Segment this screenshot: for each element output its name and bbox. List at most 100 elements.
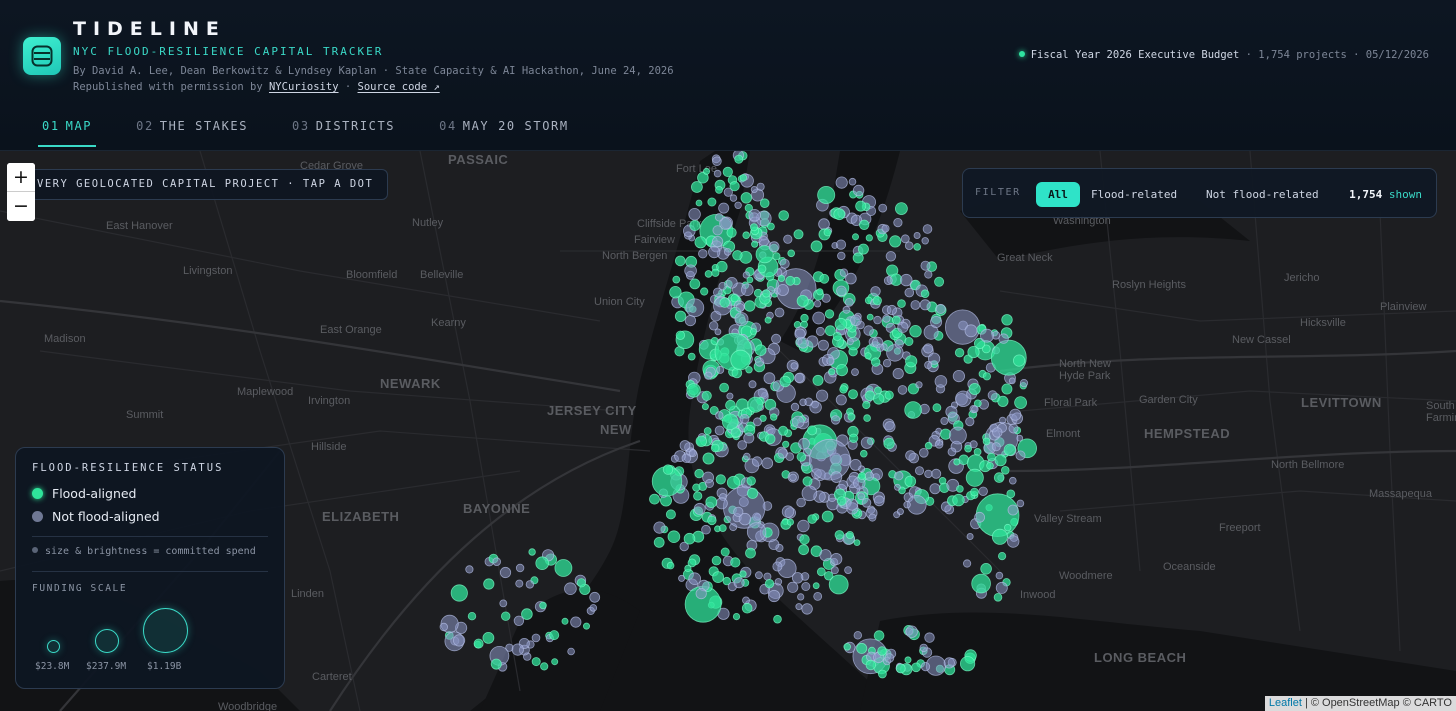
flood-project-dot[interactable] <box>953 458 961 466</box>
flood-project-dot[interactable] <box>675 330 686 341</box>
flood-project-dot[interactable] <box>895 663 906 674</box>
project-dot[interactable] <box>900 273 913 287</box>
project-dot[interactable] <box>688 208 701 221</box>
project-dot[interactable] <box>743 432 755 444</box>
project-dot[interactable] <box>708 246 721 259</box>
project-dot[interactable] <box>797 337 809 349</box>
project-dot[interactable] <box>842 305 851 314</box>
flood-project-dot[interactable] <box>694 468 704 479</box>
flood-project-dot[interactable] <box>833 208 846 221</box>
flood-project-dot[interactable] <box>528 548 536 556</box>
project-dot[interactable] <box>791 572 804 584</box>
flood-project-dot[interactable] <box>747 396 764 413</box>
project-dot[interactable] <box>826 357 835 366</box>
flood-project-dot[interactable] <box>467 612 477 621</box>
flood-project-dot[interactable] <box>700 287 709 296</box>
project-dot[interactable] <box>844 566 852 575</box>
project-dot[interactable] <box>712 156 722 166</box>
project-dot[interactable] <box>934 439 944 449</box>
flood-project-dot[interactable] <box>799 534 810 545</box>
project-dot[interactable] <box>835 176 848 189</box>
project-dot[interactable] <box>701 524 711 535</box>
flood-project-dot[interactable] <box>785 275 796 286</box>
project-dot[interactable] <box>715 213 724 222</box>
flood-project-dot[interactable] <box>665 509 676 520</box>
flood-project-dot[interactable] <box>816 567 826 577</box>
project-dot[interactable] <box>966 532 974 540</box>
flood-project-dot[interactable] <box>745 547 756 559</box>
flood-project-dot[interactable] <box>715 474 726 485</box>
flood-project-dot[interactable] <box>828 574 849 595</box>
flood-project-dot[interactable] <box>954 347 965 358</box>
flood-project-dot[interactable] <box>689 278 701 290</box>
project-dot[interactable] <box>684 264 697 278</box>
flood-project-dot[interactable] <box>767 222 775 231</box>
flood-project-dot[interactable] <box>730 294 739 303</box>
project-dot[interactable] <box>688 572 701 586</box>
project-dot[interactable] <box>781 505 795 518</box>
flood-project-dot[interactable] <box>744 300 756 312</box>
flood-project-dot[interactable] <box>859 219 870 231</box>
project-dot[interactable] <box>830 552 843 565</box>
project-dot[interactable] <box>850 314 862 327</box>
project-dot[interactable] <box>978 486 988 497</box>
project-dot[interactable] <box>733 506 744 517</box>
project-dot[interactable] <box>861 497 872 508</box>
project-dot[interactable] <box>758 235 770 247</box>
flood-project-dot[interactable] <box>764 579 775 589</box>
flood-project-dot[interactable] <box>871 357 881 367</box>
flood-project-dot[interactable] <box>704 270 713 278</box>
flood-project-dot[interactable] <box>873 393 885 405</box>
flood-project-dot[interactable] <box>730 427 741 438</box>
project-dot[interactable] <box>713 169 722 178</box>
flood-project-dot[interactable] <box>967 346 980 359</box>
flood-project-dot[interactable] <box>920 289 930 299</box>
project-dot[interactable] <box>882 314 891 323</box>
project-dot[interactable] <box>845 498 859 511</box>
flood-project-dot[interactable] <box>674 310 687 323</box>
flood-project-dot[interactable] <box>909 324 922 338</box>
project-dot[interactable] <box>1016 499 1025 508</box>
flood-project-dot[interactable] <box>970 487 979 497</box>
project-dot[interactable] <box>980 328 994 343</box>
flood-project-dot[interactable] <box>707 197 717 207</box>
project-dot[interactable] <box>771 333 782 344</box>
project-dot[interactable] <box>851 368 859 377</box>
flood-project-dot[interactable] <box>862 400 871 410</box>
flood-project-dot[interactable] <box>583 622 591 630</box>
project-dot[interactable] <box>924 469 933 479</box>
project-dot[interactable] <box>863 325 874 336</box>
project-dot[interactable] <box>904 287 915 298</box>
tab-map[interactable]: 01 MAP <box>37 119 97 147</box>
flood-project-dot[interactable] <box>742 231 750 239</box>
project-dot[interactable] <box>801 581 811 591</box>
project-dot[interactable] <box>746 522 767 542</box>
flood-project-dot[interactable] <box>858 472 866 480</box>
project-dot[interactable] <box>740 283 754 297</box>
project-dot[interactable] <box>742 452 751 461</box>
project-dot[interactable] <box>819 549 832 562</box>
project-dot[interactable] <box>789 473 797 482</box>
flood-project-dot[interactable] <box>779 375 791 388</box>
project-dot[interactable] <box>945 405 958 418</box>
filter-flood-related-button[interactable]: Flood-related <box>1091 182 1177 207</box>
project-dot[interactable] <box>1007 535 1020 548</box>
project-dot[interactable] <box>924 270 933 279</box>
flood-project-dot[interactable] <box>872 296 882 306</box>
flood-project-dot[interactable] <box>819 273 830 284</box>
flood-project-dot[interactable] <box>1012 354 1026 367</box>
flood-project-dot[interactable] <box>812 582 820 590</box>
project-dot[interactable] <box>852 184 865 197</box>
project-dot[interactable] <box>761 457 774 470</box>
project-dot[interactable] <box>564 582 577 596</box>
project-dot[interactable] <box>795 603 803 611</box>
project-dot[interactable] <box>705 478 715 488</box>
flood-project-dot[interactable] <box>802 476 813 487</box>
project-dot[interactable] <box>804 397 813 407</box>
flood-project-dot[interactable] <box>687 352 696 361</box>
flood-project-dot[interactable] <box>835 364 849 377</box>
project-dot[interactable] <box>995 571 1004 580</box>
project-dot[interactable] <box>882 358 892 368</box>
project-dot[interactable] <box>726 392 734 400</box>
project-dot[interactable] <box>798 437 810 450</box>
